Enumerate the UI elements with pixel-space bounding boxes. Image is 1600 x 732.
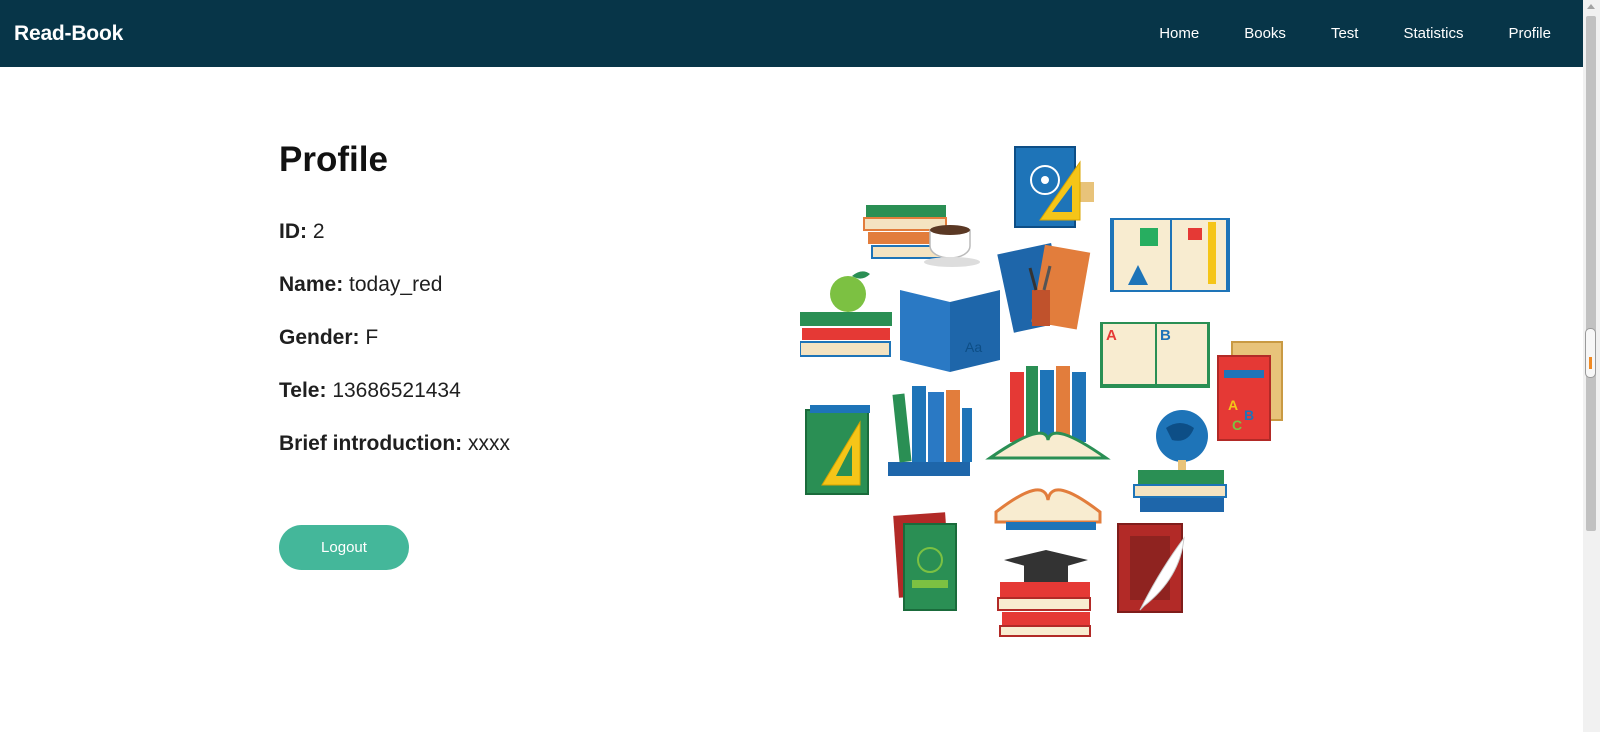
books-brushes-icon <box>997 243 1091 333</box>
science-book-icon <box>1014 146 1094 228</box>
aa-letters: Aa <box>965 339 982 355</box>
id-label: ID: <box>279 220 307 243</box>
books-coffee-icon <box>863 205 980 267</box>
letter-c: C <box>1232 417 1242 433</box>
stacked-notebooks-icon <box>893 512 957 611</box>
language-book-icon: Aa <box>900 290 1000 372</box>
globe-books-icon <box>1133 410 1227 512</box>
geometry-book-icon <box>805 405 870 495</box>
books-collage-illustration: Aa A B A B C <box>800 146 1283 637</box>
nav-home-link[interactable]: Home <box>1159 25 1199 42</box>
profile-id-row: ID: 2 <box>279 220 510 248</box>
top-navbar: Read-Book Home Books Test Statistics Pro… <box>0 0 1583 67</box>
name-value: today_red <box>349 273 443 296</box>
name-label: Name: <box>279 273 344 296</box>
gender-label: Gender: <box>279 326 360 349</box>
letter-b: B <box>1160 327 1171 344</box>
profile-section: Profile ID: 2 Name: today_red Gender: F … <box>279 140 510 570</box>
graduation-books-icon <box>997 550 1091 637</box>
open-book-icon <box>994 488 1102 530</box>
gender-value: F <box>365 326 379 349</box>
tele-label: Tele: <box>279 379 327 402</box>
nav-statistics-link[interactable]: Statistics <box>1403 25 1463 42</box>
nav-books-link[interactable]: Books <box>1244 25 1286 42</box>
logout-button[interactable]: Logout <box>279 525 409 570</box>
apple-books-icon <box>800 271 892 357</box>
brand-logo[interactable]: Read-Book <box>14 22 123 46</box>
profile-gender-row: Gender: F <box>279 326 510 354</box>
open-notebook-icon <box>1110 218 1230 292</box>
scroll-position-marker <box>1585 328 1596 378</box>
letter-a: A <box>1106 327 1117 344</box>
profile-tele-row: Tele: 13686521434 <box>279 379 510 407</box>
letter-a2: A <box>1228 397 1238 413</box>
profile-name-row: Name: today_red <box>279 273 510 301</box>
bookshelf-books-icon <box>888 386 972 476</box>
id-value: 2 <box>312 220 325 243</box>
vertical-scrollbar[interactable] <box>1583 0 1600 732</box>
letter-b2: B <box>1244 407 1254 423</box>
page-title: Profile <box>279 140 388 179</box>
scroll-up-arrow-icon[interactable] <box>1587 4 1595 9</box>
abc-book-icon: A B C <box>1217 341 1283 441</box>
tele-value: 13686521434 <box>332 379 461 402</box>
feather-book-icon <box>1117 523 1185 613</box>
main-nav: Home Books Test Statistics Profile <box>1114 25 1551 42</box>
scrollbar-thumb[interactable] <box>1586 16 1596 531</box>
intro-value: xxxx <box>468 432 510 455</box>
library-books-icon <box>985 366 1111 460</box>
alphabet-book-icon: A B <box>1100 322 1210 388</box>
profile-intro-row: Brief introduction: xxxx <box>279 432 510 460</box>
nav-test-link[interactable]: Test <box>1331 25 1359 42</box>
nav-profile-link[interactable]: Profile <box>1508 25 1551 42</box>
intro-label: Brief introduction: <box>279 432 463 455</box>
